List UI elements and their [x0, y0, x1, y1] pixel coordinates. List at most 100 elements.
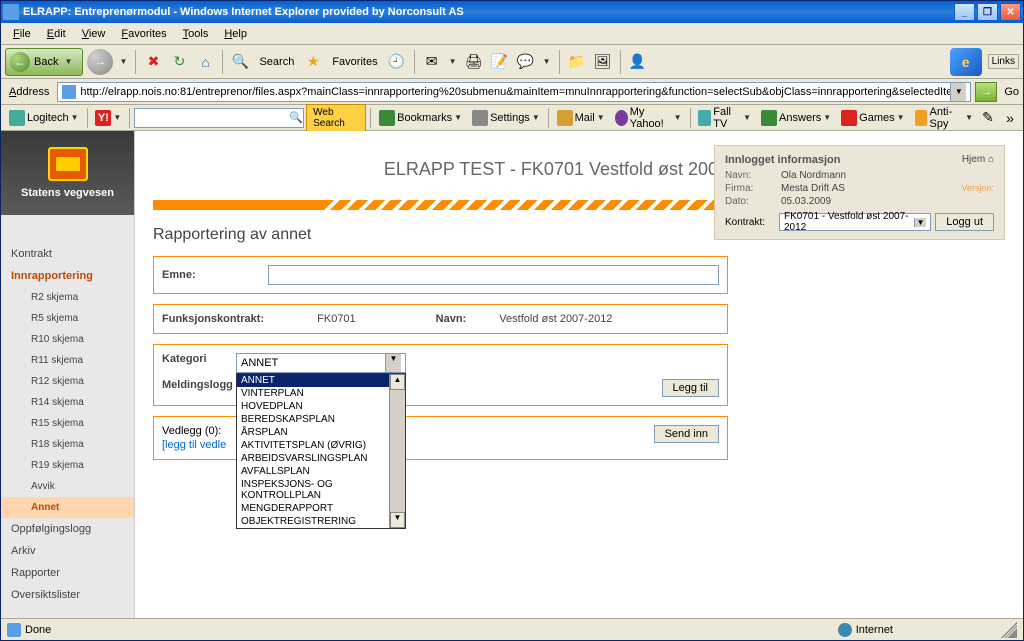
forward-dropdown[interactable]: ▼ [117, 57, 129, 66]
mail-icon[interactable]: ✉ [421, 51, 443, 73]
edit-icon[interactable]: 📝 [489, 51, 511, 73]
kategori-dropdown-list: ANNETVINTERPLANHOVEDPLANBEREDSKAPSPLANÅR… [236, 373, 406, 529]
sidebar-item-r11-skjema[interactable]: R11 skjema [1, 350, 134, 371]
sidebar-item-r2-skjema[interactable]: R2 skjema [1, 287, 134, 308]
kategori-option[interactable]: ANNET [237, 374, 405, 387]
sidebar-item-r14-skjema[interactable]: R14 skjema [1, 392, 134, 413]
mail-button[interactable]: Mail▼ [553, 108, 609, 128]
bookmarks-button[interactable]: Bookmarks▼ [375, 108, 466, 128]
mail-dropdown[interactable]: ▼ [447, 57, 459, 66]
loggut-button[interactable]: Logg ut [935, 213, 994, 231]
emne-input[interactable] [268, 265, 719, 285]
kategori-option[interactable]: INSPEKSJONS- OG KONTROLLPLAN [237, 478, 405, 502]
internet-zone-icon [838, 623, 852, 637]
scroll-down-icon[interactable]: ▼ [390, 512, 405, 528]
vegvesen-logo-icon [48, 147, 88, 181]
kontrakt-select[interactable]: FK0701 - Vestfold øst 2007-2012 ▼ [779, 213, 931, 231]
search-mag-icon[interactable]: 🔍 [285, 111, 307, 124]
answers-button[interactable]: Answers▼ [757, 108, 835, 128]
stop-icon[interactable]: ✖ [142, 51, 164, 73]
home-icon[interactable]: ⌂ [194, 51, 216, 73]
sidebar-item-annet[interactable]: Annet [1, 497, 134, 518]
close-button[interactable]: ✕ [1000, 3, 1021, 21]
back-label: Back [34, 56, 58, 68]
sidebar-item-r10-skjema[interactable]: R10 skjema [1, 329, 134, 350]
favorites-label[interactable]: Favorites [328, 56, 381, 68]
sidebar-item-rapporter[interactable]: Rapporter [1, 562, 134, 584]
kategori-scrollbar[interactable]: ▲ ▼ [389, 374, 405, 528]
kategori-option[interactable]: MENGDERAPPORT [237, 502, 405, 515]
kategori-option[interactable]: HOVEDPLAN [237, 400, 405, 413]
address-input[interactable] [80, 86, 950, 98]
sidebar-item-r12-skjema[interactable]: R12 skjema [1, 371, 134, 392]
settings-button[interactable]: Settings▼ [468, 108, 544, 128]
kategori-option[interactable]: OBJEKTREGISTRERING [237, 515, 405, 528]
print-icon[interactable]: 🖨 [463, 51, 485, 73]
websearch-button[interactable]: Web Search [306, 104, 366, 132]
kategori-select[interactable]: ANNET ▼ [236, 353, 406, 373]
ip-firma-key: Firma: [725, 183, 775, 194]
sidebar-item-oversiktslister[interactable]: Oversiktslister [1, 584, 134, 606]
menu-tools[interactable]: Tools [175, 26, 217, 42]
sidebar-item-r15-skjema[interactable]: R15 skjema [1, 413, 134, 434]
address-dropdown[interactable]: ▼ [950, 83, 966, 101]
favorites-icon[interactable]: ★ [302, 51, 324, 73]
logitech-button[interactable]: Logitech▼ [5, 108, 83, 128]
myyahoo-button[interactable]: My Yahoo!▼ [611, 104, 686, 132]
minimize-button[interactable]: _ [954, 3, 975, 21]
msn-icon[interactable]: 👤 [627, 51, 649, 73]
antispy-button[interactable]: Anti-Spy▼ [911, 104, 977, 132]
history-icon[interactable]: 🕘 [386, 51, 408, 73]
back-button[interactable]: ← Back ▼ [5, 48, 83, 76]
kategori-option[interactable]: ARBEIDSVARSLINGSPLAN [237, 452, 405, 465]
leggtil-button[interactable]: Legg til [662, 379, 719, 397]
pencil-icon[interactable]: ✎ [979, 109, 997, 127]
menu-help[interactable]: Help [216, 26, 255, 42]
sidebar-item-kontrakt[interactable]: Kontrakt [1, 243, 134, 265]
links-button[interactable]: Links [988, 54, 1019, 69]
kategori-option[interactable]: ÅRSPLAN [237, 426, 405, 439]
legg-til-vedlegg-link[interactable]: [legg til vedle [162, 439, 226, 451]
folder-icon[interactable]: 📁 [566, 51, 588, 73]
page-status-icon [7, 623, 21, 637]
back-dropdown[interactable]: ▼ [62, 57, 74, 66]
more-icon[interactable]: » [1001, 109, 1019, 127]
menubar: File Edit View Favorites Tools Help [1, 23, 1023, 45]
img-icon[interactable]: 🖼 [592, 51, 614, 73]
yahoo-button[interactable]: Y!▼ [91, 108, 125, 128]
games-button[interactable]: Games▼ [837, 108, 908, 128]
home-link[interactable]: Hjem ⌂ [962, 154, 994, 165]
sidebar-item-innrapportering[interactable]: Innrapportering [1, 265, 134, 287]
sidebar-item-r18-skjema[interactable]: R18 skjema [1, 434, 134, 455]
resize-grip[interactable] [1001, 622, 1017, 638]
discuss-dropdown[interactable]: ▼ [541, 57, 553, 66]
sidebar-item-arkiv[interactable]: Arkiv [1, 540, 134, 562]
kategori-label: Kategori [162, 353, 226, 365]
yahoo-toolbar: Logitech▼ Y!▼ 🔍▼ Web Search Bookmarks▼ S… [1, 105, 1023, 131]
forward-button[interactable]: → [87, 49, 113, 75]
menu-edit[interactable]: Edit [39, 26, 74, 42]
ip-versjon: Versjon: [961, 183, 994, 194]
sidebar-item-r19-skjema[interactable]: R19 skjema [1, 455, 134, 476]
go-button[interactable]: → [975, 82, 997, 102]
menu-favorites[interactable]: Favorites [113, 26, 174, 42]
kategori-option[interactable]: BEREDSKAPSPLAN [237, 413, 405, 426]
discuss-icon[interactable]: 💬 [515, 51, 537, 73]
scroll-up-icon[interactable]: ▲ [390, 374, 405, 390]
sidebar-item-avvik[interactable]: Avvik [1, 476, 134, 497]
sidebar-item-r5-skjema[interactable]: R5 skjema [1, 308, 134, 329]
menu-view[interactable]: View [74, 26, 114, 42]
menu-file[interactable]: File [5, 26, 39, 42]
yahoo-search-input[interactable] [135, 112, 285, 124]
sendinn-button[interactable]: Send inn [654, 425, 719, 443]
search-label[interactable]: Search [255, 56, 298, 68]
restore-button[interactable]: ❐ [977, 3, 998, 21]
search-icon[interactable]: 🔍 [229, 51, 251, 73]
kategori-option[interactable]: AVFALLSPLAN [237, 465, 405, 478]
status-text: Done [25, 624, 51, 636]
falltv-button[interactable]: Fall TV▼ [694, 104, 755, 132]
kategori-option[interactable]: AKTIVITETSPLAN (ØVRIG) [237, 439, 405, 452]
sidebar-item-oppfølgingslogg[interactable]: Oppfølgingslogg [1, 518, 134, 540]
refresh-icon[interactable]: ↻ [168, 51, 190, 73]
kategori-option[interactable]: VINTERPLAN [237, 387, 405, 400]
